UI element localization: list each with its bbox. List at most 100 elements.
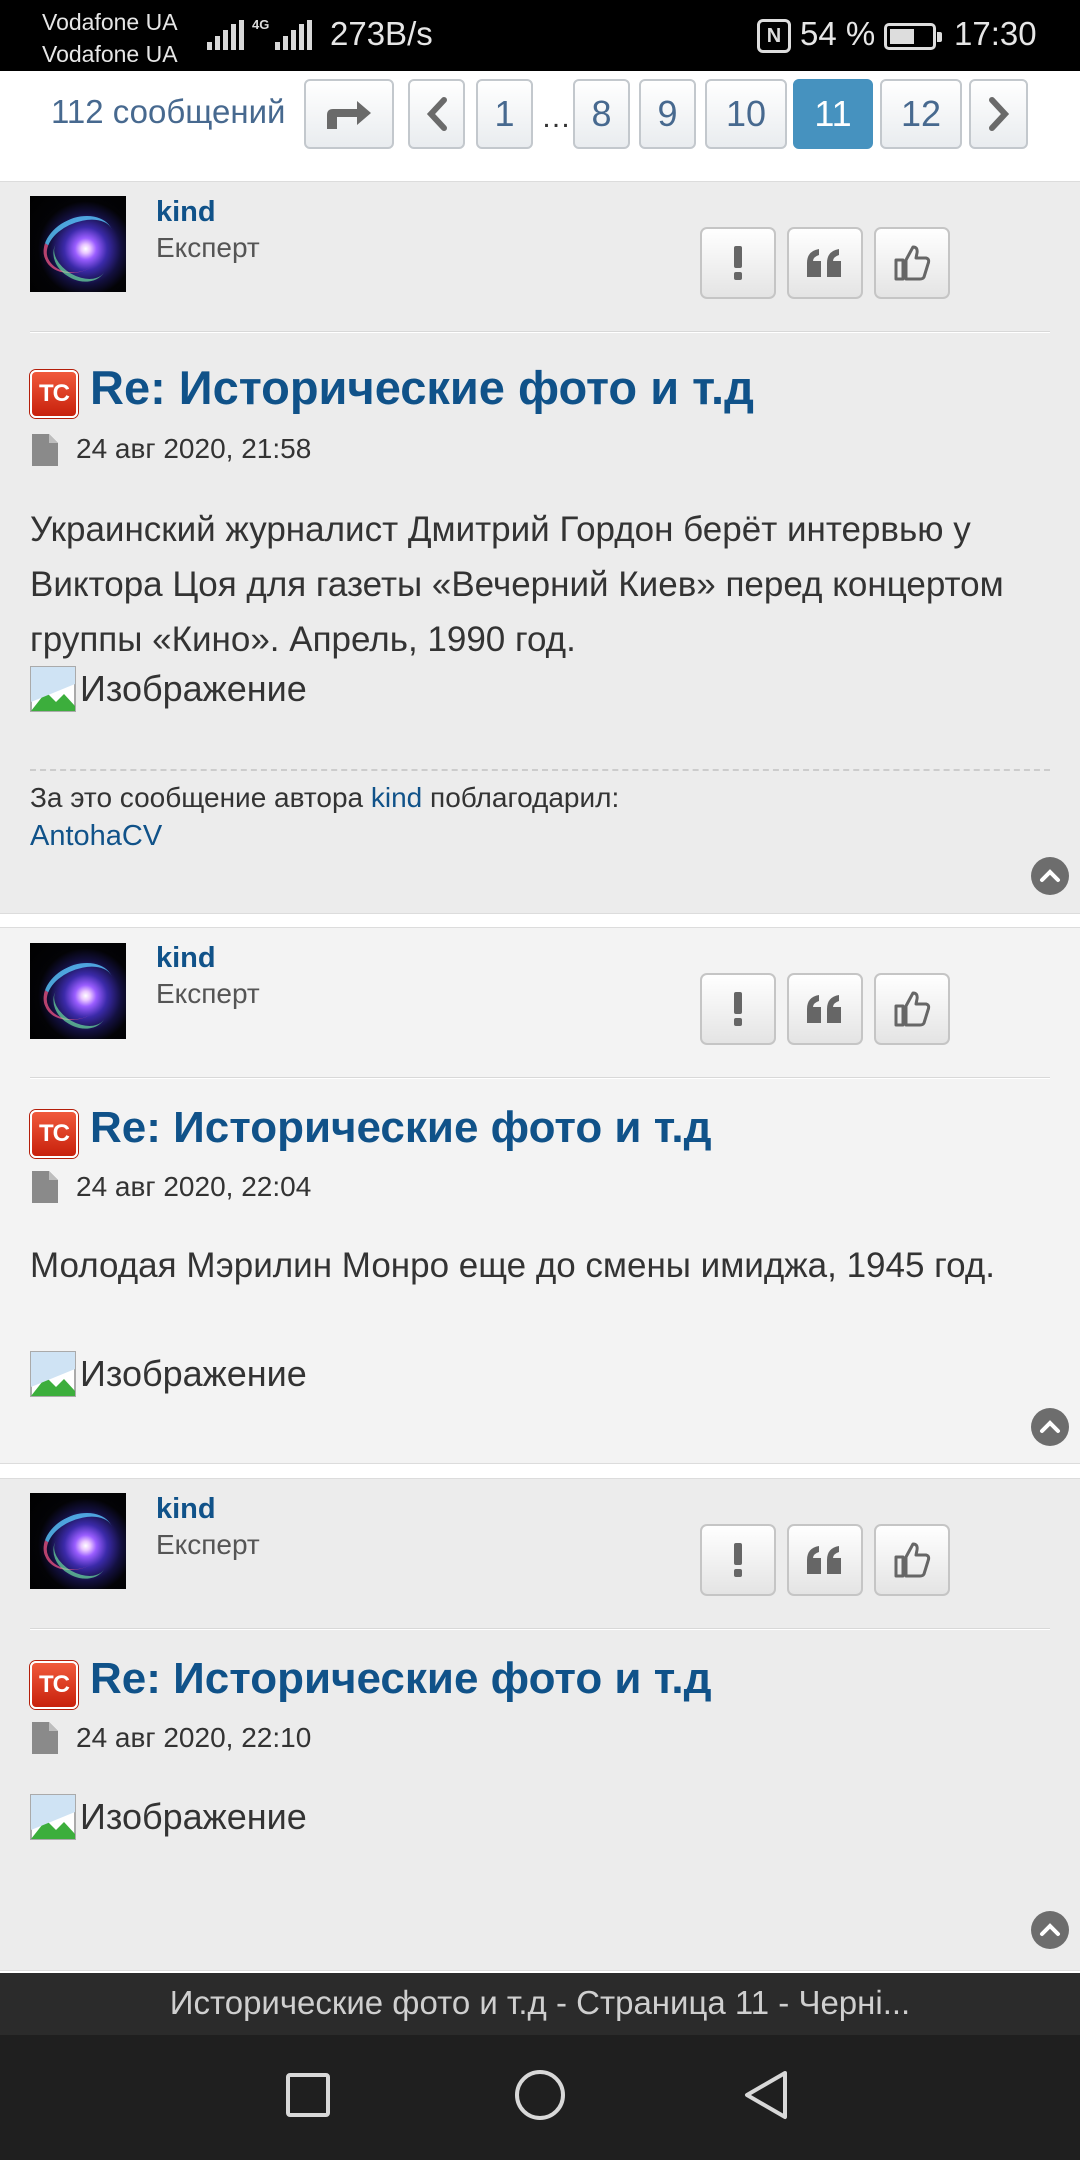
browser-page-title: Исторические фото и т.д - Страница 11 - … [0,1973,1080,2035]
android-nav-bar [0,2035,1080,2160]
clock: 17:30 [954,15,1037,52]
report-button[interactable] [700,973,776,1045]
topic-starter-badge: TC [30,1110,78,1158]
thumbs-up-icon [894,1542,931,1578]
nfc-icon: N [757,19,791,53]
post-author-rank: Експерт [156,232,260,263]
post-date: 24 авг 2020, 22:10 [76,1722,312,1753]
topic-starter-badge: TC [30,1661,78,1709]
exclamation-icon [734,246,742,280]
quote-icon [807,995,841,1023]
thanks-line: За это сообщение автора kind поблагодари… [30,782,619,814]
broken-image-icon [30,666,76,712]
thanks-suffix: поблагодарил: [430,782,620,813]
page-link-11-current[interactable]: 11 [793,79,873,149]
quote-button[interactable] [787,1524,863,1596]
back-to-top-button[interactable] [1031,857,1069,895]
thanks-author-link[interactable]: kind [371,782,422,813]
file-icon [32,1171,58,1203]
post-author-rank: Експерт [156,1529,260,1560]
next-page-button[interactable] [969,79,1028,149]
battery-icon [884,23,942,50]
page-link-8[interactable]: 8 [573,79,630,149]
page-link-9[interactable]: 9 [639,79,696,149]
post-author[interactable]: kind [156,942,216,975]
thanks-user-link[interactable]: AntohaCV [30,820,162,853]
post-title[interactable]: Re: Исторические фото и т.д [90,1654,712,1704]
post-header-divider [30,331,1050,333]
like-button[interactable] [874,1524,950,1596]
avatar[interactable] [30,1493,126,1589]
pagination-bar: 112 сообщений 1 … 8 9 10 11 12 [0,71,1080,181]
signal-icon [275,20,312,50]
page-link-12[interactable]: 12 [880,79,962,149]
post-body: Украинский журналист Дмитрий Гордон берё… [30,510,1004,659]
chevron-up-icon [1040,1420,1060,1433]
post: kind Експерт TC Re: Исторические фото и … [0,1478,1080,1971]
post-author[interactable]: kind [156,1493,216,1526]
network-type: 4G [252,17,270,32]
recents-square-icon[interactable] [276,2063,340,2127]
post-date: 24 авг 2020, 21:58 [76,433,312,464]
battery-percent: 54 % [800,15,876,52]
post-author[interactable]: kind [156,196,216,229]
thumbs-up-icon [894,991,931,1027]
pagination-ellipsis: … [541,101,571,134]
exclamation-icon [734,992,742,1026]
chevron-up-icon [1040,869,1060,882]
quote-icon [807,1546,841,1574]
post: kind Експерт TC Re: Исторические фото и … [0,181,1080,914]
thumbs-up-icon [894,245,931,281]
image-alt-text: Изображение [80,1353,307,1394]
broken-image[interactable]: Изображение [30,1794,307,1840]
report-button[interactable] [700,1524,776,1596]
post-date: 24 авг 2020, 22:04 [76,1171,312,1202]
topic-starter-badge: TC [30,370,78,418]
avatar[interactable] [30,196,126,292]
post-header-divider [30,1628,1050,1630]
jump-to-page-button[interactable] [304,79,394,149]
status-bar: Vodafone UA Vodafone UA 4G 273B/s N 54 %… [0,0,1080,71]
quote-icon [807,249,841,277]
exclamation-icon [734,1543,742,1577]
network-speed: 273B/s [330,15,433,52]
chevron-right-icon [988,97,1009,131]
back-triangle-icon[interactable] [735,2063,799,2127]
broken-image-icon [30,1351,76,1397]
page-link-1[interactable]: 1 [476,79,533,149]
quote-button[interactable] [787,227,863,299]
back-to-top-button[interactable] [1031,1408,1069,1446]
carrier-names: Vodafone UA Vodafone UA [42,6,178,70]
post-header-divider [30,1077,1050,1079]
post-author-rank: Експерт [156,978,260,1009]
broken-image[interactable]: Изображение [30,666,307,712]
post-title[interactable]: Re: Исторические фото и т.д [90,1103,712,1153]
post-body: Молодая Мэрилин Монро еще до смены имидж… [30,1246,996,1285]
carrier-1: Vodafone UA [42,9,178,35]
broken-image-icon [30,1794,76,1840]
home-circle-icon[interactable] [508,2063,572,2127]
page-link-10[interactable]: 10 [705,79,787,149]
thanks-prefix: За это сообщение автора [30,782,364,813]
image-alt-text: Изображение [80,1796,307,1837]
broken-image[interactable]: Изображение [30,1351,307,1397]
report-button[interactable] [700,227,776,299]
file-icon [32,434,58,466]
signal-icon [207,20,244,50]
image-alt-text: Изображение [80,668,307,709]
carrier-2: Vodafone UA [42,41,178,67]
like-button[interactable] [874,973,950,1045]
back-to-top-button[interactable] [1031,1911,1069,1949]
message-count: 112 сообщений [51,93,286,130]
share-arrow-icon [327,101,371,129]
post: kind Експерт TC Re: Исторические фото и … [0,927,1080,1464]
file-icon [32,1722,58,1754]
chevron-left-icon [426,97,447,131]
prev-page-button[interactable] [408,79,465,149]
chevron-up-icon [1040,1923,1060,1936]
quote-button[interactable] [787,973,863,1045]
like-button[interactable] [874,227,950,299]
avatar[interactable] [30,943,126,1039]
thanks-separator [30,769,1050,771]
post-title[interactable]: Re: Исторические фото и т.д [90,360,754,415]
